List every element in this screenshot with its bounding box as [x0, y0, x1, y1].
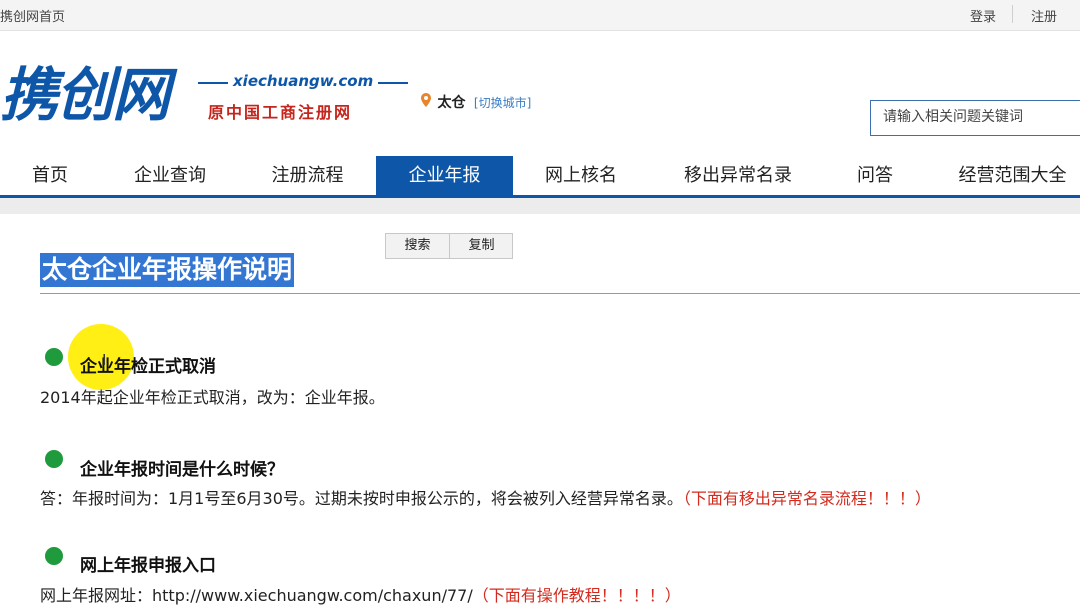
- section-body-line: 网上年报网址：http://www.xiechuangw.com/chaxun/…: [40, 582, 681, 606]
- section-body[interactable]: 网上年报网址：http://www.xiechuangw.com/chaxun/…: [40, 586, 473, 605]
- section-body: 2014年起企业年检正式取消，改为：企业年报。: [40, 388, 385, 407]
- map-pin-icon: [421, 93, 435, 111]
- nav-registration-process[interactable]: 注册流程: [245, 156, 370, 196]
- search-button[interactable]: 搜索: [386, 234, 450, 258]
- green-dot-icon: [45, 348, 63, 366]
- page-title: 太仓企业年报操作说明: [40, 253, 295, 287]
- nav-name-check[interactable]: 网上核名: [520, 156, 642, 196]
- section-heading: 企业年检正式取消: [80, 357, 216, 377]
- search-box: [870, 100, 1080, 136]
- nav-qa[interactable]: 问答: [840, 156, 910, 196]
- city-selector: 太仓 [切换城市]: [421, 92, 531, 112]
- nav-business-scope[interactable]: 经营范围大全: [945, 156, 1080, 196]
- selection-toolbar: 搜索 复制: [385, 233, 513, 259]
- nav-annual-report[interactable]: 企业年报: [376, 156, 513, 196]
- login-link[interactable]: 登录: [970, 6, 996, 25]
- copy-button[interactable]: 复制: [450, 234, 513, 258]
- nav-remove-abnormal[interactable]: 移出异常名录: [668, 156, 808, 196]
- switch-city-link[interactable]: [切换城市]: [474, 96, 531, 110]
- tagline-rule-right: [378, 82, 408, 84]
- section-body: 答：年报时间为：1月1号至6月30号。过期未按时申报公示的，将会被列入经营异常名…: [40, 489, 683, 508]
- nav-home[interactable]: 首页: [0, 156, 100, 196]
- site-logo[interactable]: 携创网: [0, 62, 170, 128]
- top-divider: [1012, 5, 1013, 23]
- register-link[interactable]: 注册: [1031, 6, 1057, 25]
- section-heading: 企业年报时间是什么时候？: [80, 460, 284, 480]
- green-dot-icon: [45, 450, 63, 468]
- top-bar: 携创网首页 登录 注册: [0, 0, 1080, 31]
- current-city: 太仓: [437, 95, 466, 111]
- section-note: （下面有操作教程！！！！）: [472, 586, 681, 605]
- title-divider: [40, 293, 1080, 294]
- site-subtitle: 原中国工商注册网: [208, 103, 353, 122]
- section-heading: 网上年报申报入口: [80, 556, 216, 576]
- site-home-link[interactable]: 携创网首页: [0, 6, 65, 25]
- nav-company-search[interactable]: 企业查询: [110, 156, 230, 196]
- search-input[interactable]: [871, 101, 1080, 133]
- tagline-rule-left: [198, 82, 228, 84]
- site-url: xiechuangw.com: [233, 72, 374, 90]
- header-band: [0, 198, 1080, 214]
- main-nav: 首页 企业查询 注册流程 企业年报 网上核名 移出异常名录 问答 经营范围大全: [0, 156, 1080, 196]
- green-dot-icon: [45, 547, 63, 565]
- text-cursor-icon: I: [102, 351, 107, 369]
- section-note: （下面有移出异常名录流程！！！）: [682, 489, 931, 508]
- section-body-line: 答：年报时间为：1月1号至6月30号。过期未按时申报公示的，将会被列入经营异常名…: [40, 485, 931, 509]
